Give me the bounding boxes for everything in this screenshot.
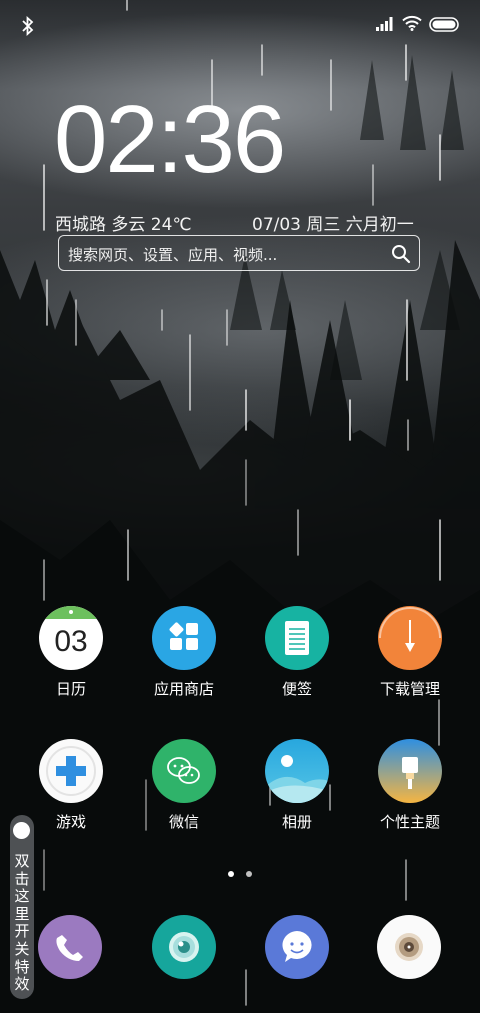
app-label: 便签 [281,680,312,698]
signal-icon [376,17,393,31]
theme-brush-icon [378,739,442,803]
app-themes[interactable]: 个性主题 [360,739,460,832]
page-indicator-2[interactable] [246,871,252,877]
search-icon[interactable] [391,244,411,264]
calendar-icon: 03 [39,606,103,670]
gallery-icon [265,739,329,803]
wechat-icon [152,739,216,803]
bluetooth-icon [22,15,34,37]
calendar-day: 03 [54,625,88,658]
date-line: 07/03 周三 六月初一 [252,215,414,235]
app-notes[interactable]: 便签 [247,606,347,699]
app-downloads[interactable]: 下载管理 [360,606,460,699]
app-calendar[interactable]: 03 日历 [21,606,121,699]
app-label: 相册 [281,813,312,831]
app-app-store[interactable]: 应用商店 [134,606,234,699]
search-bar[interactable]: 搜索网页、设置、应用、视频... [58,235,420,271]
app-label: 应用商店 [153,680,214,698]
app-store-icon [152,606,216,670]
search-placeholder: 搜索网页、设置、应用、视频... [68,246,278,264]
music-icon[interactable] [377,915,441,979]
app-wechat[interactable]: 微信 [134,739,234,832]
toggle-knob[interactable] [13,822,30,839]
app-label: 微信 [168,813,199,831]
effect-toggle[interactable]: 双击这里开关特效 [10,815,34,999]
app-gallery[interactable]: 相册 [247,739,347,832]
wifi-icon [402,15,422,31]
phone-icon[interactable] [38,915,102,979]
location-weather: 西城路 多云 24℃ [55,215,192,235]
notes-icon [265,606,329,670]
camera-icon[interactable] [152,915,216,979]
page-indicator-1[interactable] [228,871,234,877]
app-label: 下载管理 [379,680,440,698]
download-icon [378,606,442,670]
app-games[interactable]: 游戏 [21,739,121,832]
status-bar [0,0,480,50]
messages-icon[interactable] [265,915,329,979]
app-label: 游戏 [55,813,86,831]
app-label: 日历 [55,680,86,698]
game-icon [39,739,103,803]
effect-toggle-label: 双击这里开关特效 [14,852,30,994]
app-label: 个性主题 [379,813,440,831]
battery-icon [429,17,459,32]
lockscreen-clock: 02:36 [54,86,286,193]
